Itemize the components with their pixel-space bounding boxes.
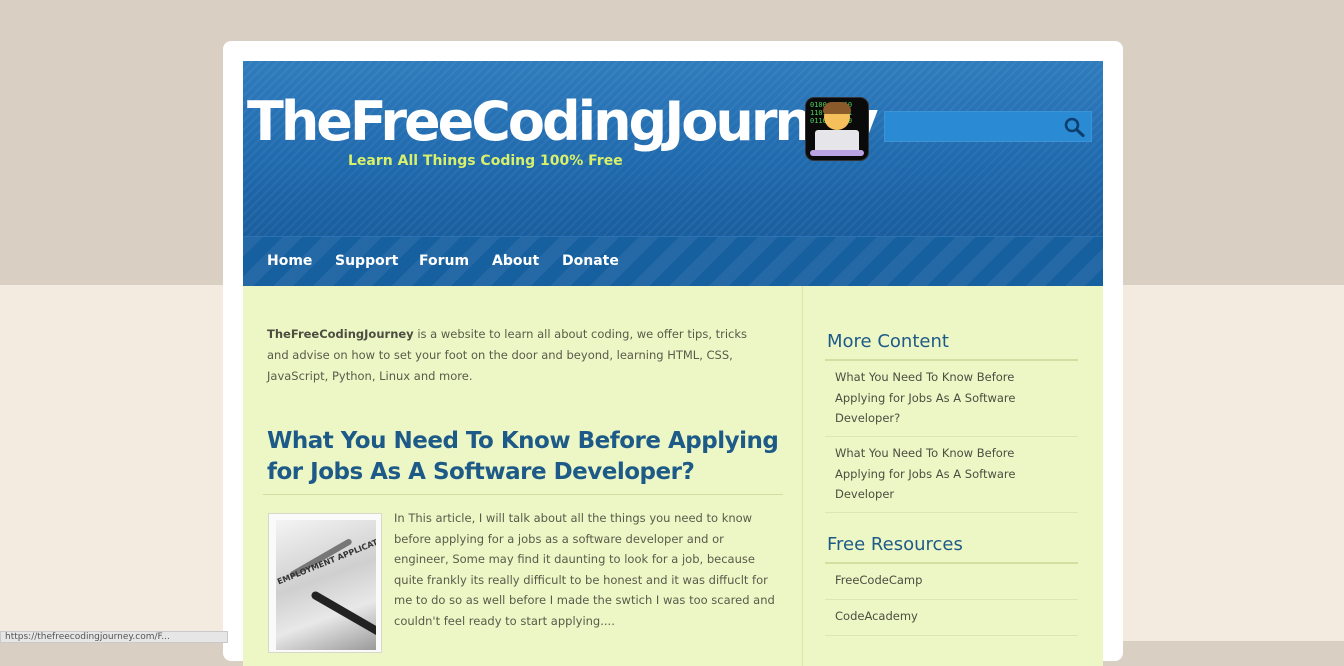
sidebar-link-codeacademy[interactable]: CodeAcademy bbox=[835, 606, 1055, 627]
site-tagline: Learn All Things Coding 100% Free bbox=[348, 153, 623, 169]
intro-paragraph: TheFreeCodingJourney is a website to lea… bbox=[267, 324, 772, 387]
search-box bbox=[884, 111, 1092, 142]
intro-site-name: TheFreeCodingJourney bbox=[267, 327, 414, 341]
post-divider bbox=[263, 494, 783, 495]
pen-icon bbox=[310, 590, 376, 642]
search-input[interactable] bbox=[885, 112, 1067, 141]
nav-about[interactable]: About bbox=[492, 253, 539, 269]
thumbnail-caption: EMPLOYMENT APPLICATION bbox=[276, 531, 376, 587]
site-header: TheFreeCodingJourney Learn All Things Co… bbox=[243, 61, 1103, 236]
nav-donate[interactable]: Donate bbox=[562, 253, 619, 269]
person-hair bbox=[823, 102, 851, 114]
sidebar-divider bbox=[825, 436, 1078, 437]
nav-forum[interactable]: Forum bbox=[419, 253, 469, 269]
post-excerpt: In This article, I will talk about all t… bbox=[394, 511, 775, 628]
coder-laptop-icon: 0100 1010 1101 0011 0110 1100 bbox=[805, 97, 869, 161]
nav-home[interactable]: Home bbox=[267, 253, 312, 269]
main-content: TheFreeCodingJourney is a website to lea… bbox=[243, 286, 1103, 666]
search-button[interactable] bbox=[1063, 116, 1087, 138]
employment-application-image: EMPLOYMENT APPLICATION bbox=[276, 520, 376, 650]
sidebar-link-more-content[interactable]: What You Need To Know Before Applying fo… bbox=[835, 443, 1055, 505]
sidebar-heading-rule bbox=[825, 562, 1078, 564]
post-title[interactable]: What You Need To Know Before Applying fo… bbox=[267, 426, 787, 488]
page-wrapper: TheFreeCodingJourney Learn All Things Co… bbox=[223, 41, 1123, 666]
site-title[interactable]: TheFreeCodingJourney bbox=[247, 95, 879, 149]
browser-status-bar: https://thefreecodingjourney.com/F... bbox=[0, 631, 228, 643]
sidebar-heading-rule bbox=[825, 359, 1078, 361]
column-divider bbox=[802, 286, 803, 666]
search-icon bbox=[1064, 117, 1085, 138]
sidebar-divider bbox=[825, 512, 1078, 513]
sidebar-heading-free-resources: Free Resources bbox=[827, 534, 963, 555]
sidebar-divider bbox=[825, 599, 1078, 600]
main-nav: Home Support Forum About Donate bbox=[243, 236, 1103, 287]
post-thumbnail[interactable]: EMPLOYMENT APPLICATION bbox=[268, 513, 382, 653]
sidebar-divider bbox=[825, 635, 1078, 636]
sidebar-link-freecodecamp[interactable]: FreeCodeCamp bbox=[835, 570, 1055, 591]
sidebar-heading-more-content: More Content bbox=[827, 331, 949, 352]
nav-support[interactable]: Support bbox=[335, 253, 398, 269]
sidebar-link-more-content[interactable]: What You Need To Know Before Applying fo… bbox=[835, 367, 1055, 429]
laptop-base bbox=[810, 150, 864, 156]
